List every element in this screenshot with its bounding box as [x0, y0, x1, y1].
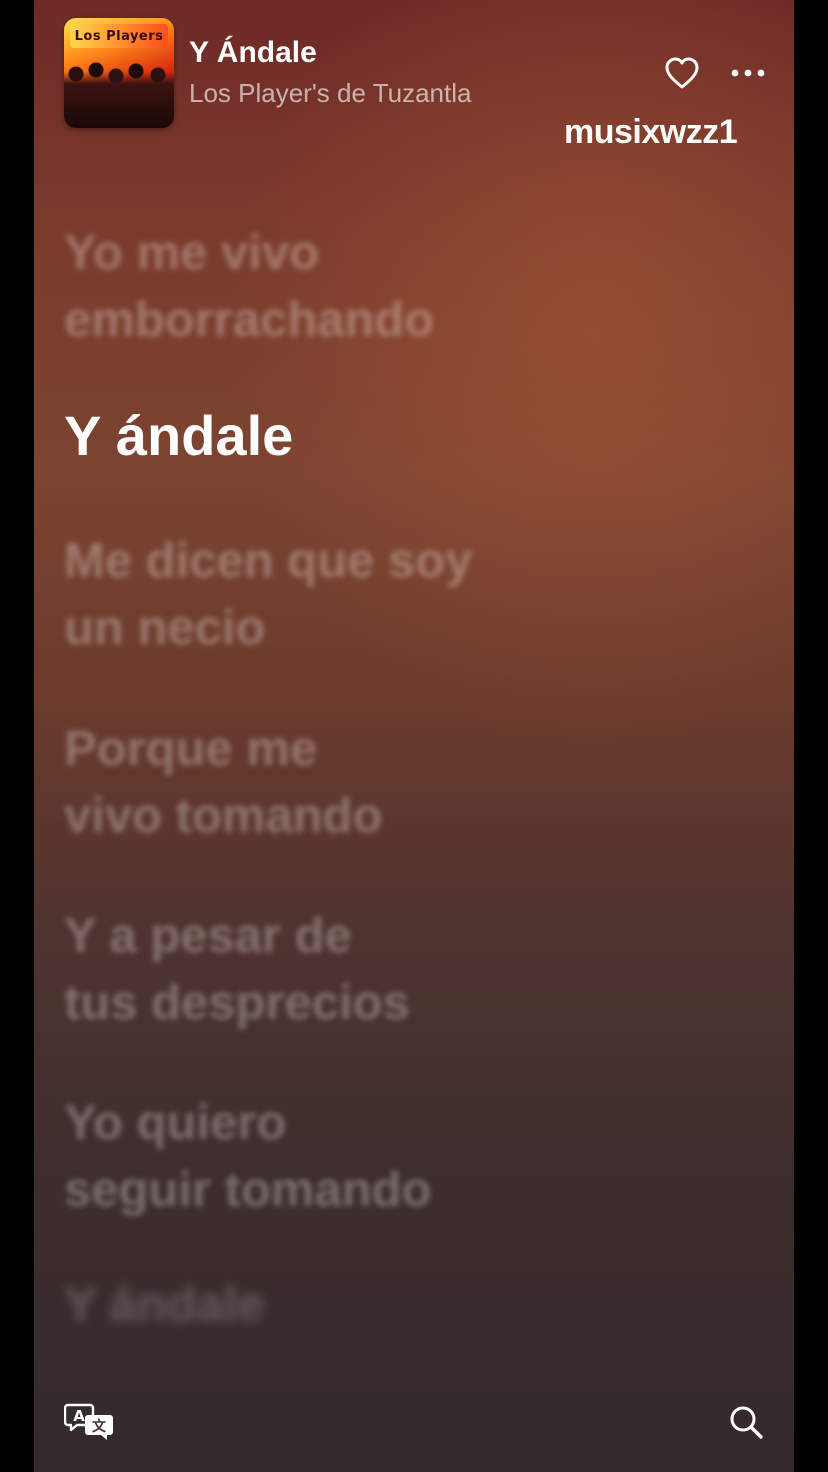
lyric-text: Me dicen que soy: [64, 534, 473, 588]
svg-text:A: A: [73, 1407, 85, 1425]
song-title: Y Ándale: [189, 36, 317, 69]
lyric-text: emborrachando: [64, 293, 435, 347]
lyric-text: un necio: [64, 601, 266, 655]
more-options-button[interactable]: [728, 60, 768, 86]
lyric-text: Yo quiero: [64, 1096, 287, 1150]
phone-frame: Los Players Y Ándale Los Player's de Tuz…: [0, 0, 828, 1472]
lyric-line[interactable]: Y ándale: [64, 1272, 744, 1339]
lyric-line[interactable]: Me dicen que soy un necio: [64, 528, 744, 662]
lyric-line-current[interactable]: Y ándale: [64, 402, 744, 469]
lyric-line[interactable]: Y a pesar de tus desprecios: [64, 903, 744, 1037]
lyric-text: seguir tomando: [64, 1163, 432, 1217]
lyric-text: Yo me vivo: [64, 226, 320, 280]
lyric-line[interactable]: Porque me vivo tomando: [64, 716, 744, 850]
favorite-button[interactable]: [664, 56, 700, 90]
heart-outline-icon: [665, 57, 699, 89]
now-playing-header: Los Players Y Ándale Los Player's de Tuz…: [34, 0, 794, 151]
search-icon: [730, 1406, 763, 1439]
lyrics-screen: Los Players Y Ándale Los Player's de Tuz…: [34, 0, 794, 1472]
lyric-line[interactable]: Yo me vivo emborrachando: [64, 220, 744, 354]
lyric-text: Y ándale: [64, 404, 294, 467]
lyric-text: tus desprecios: [64, 976, 410, 1030]
translate-button[interactable]: A 文: [63, 1402, 116, 1442]
lyric-text: Porque me: [64, 722, 318, 776]
svg-text:文: 文: [92, 1418, 107, 1435]
album-art[interactable]: Los Players: [64, 18, 174, 128]
watermark-username: musixwzz1: [564, 113, 738, 151]
translate-icon: A 文: [63, 1403, 113, 1440]
lyric-line[interactable]: Yo quiero seguir tomando: [64, 1090, 744, 1224]
lyric-text: vivo tomando: [64, 789, 383, 843]
artist-name[interactable]: Los Player's de Tuzantla: [189, 78, 471, 109]
search-button[interactable]: [728, 1404, 764, 1440]
ellipsis-icon: [731, 69, 765, 77]
lyric-text: Y ándale: [64, 1278, 265, 1332]
album-band-photo: [64, 54, 174, 128]
lyric-text: Y a pesar de: [64, 909, 352, 963]
album-logo: Los Players: [70, 24, 168, 48]
album-logo-text: Los Players: [74, 28, 164, 44]
